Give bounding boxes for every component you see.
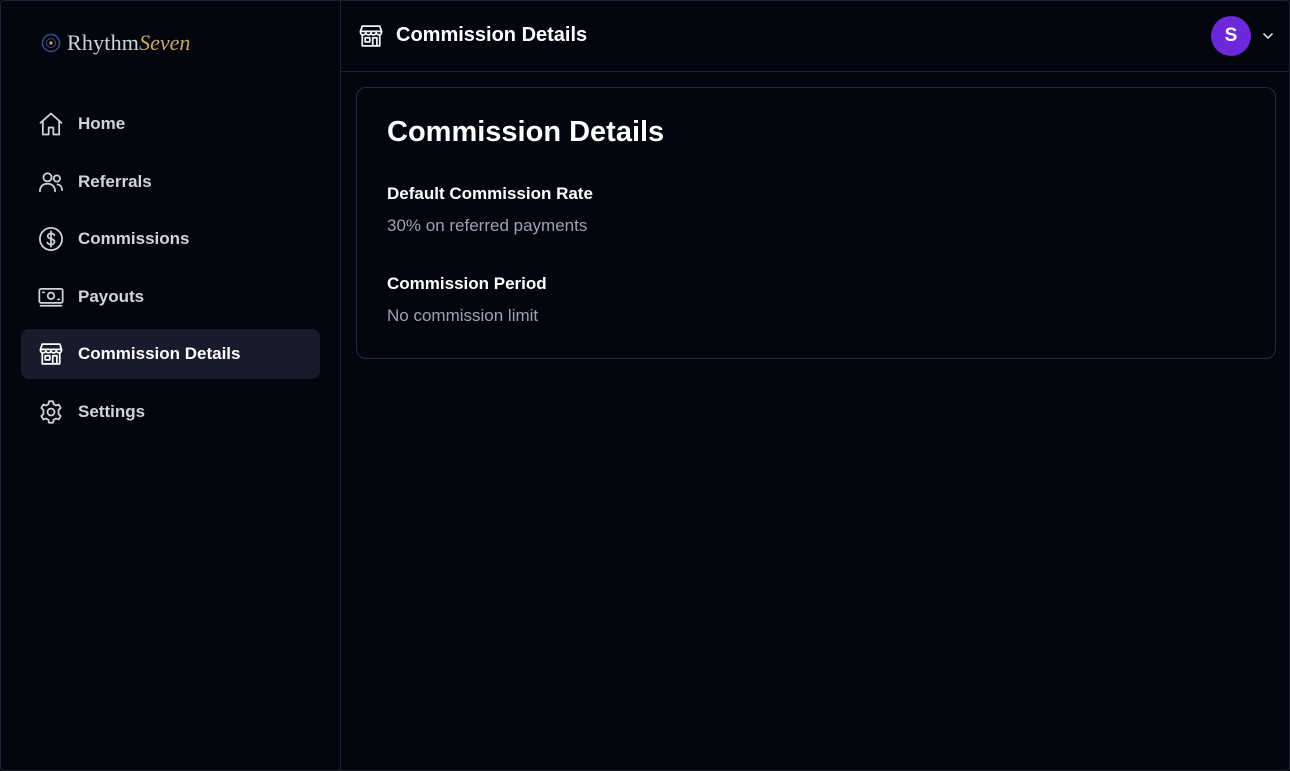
sidebar-item-label: Commission Details (78, 344, 241, 363)
sidebar-item-label: Settings (78, 401, 146, 421)
page-title: Commission Details (396, 24, 588, 46)
commission-details-card: Commission Details Default Commission Ra… (356, 87, 1276, 359)
top-bar: Commission Details S (341, 1, 1289, 72)
commission-period-value: No commission limit (387, 306, 539, 325)
user-avatar[interactable]: S (1211, 16, 1251, 56)
sidebar-item-home[interactable]: Home (21, 99, 320, 149)
sidebar-nav: Home Referrals Commissions Payouts Commi… (21, 99, 320, 444)
brand-logo[interactable]: Rhythm Seven (41, 29, 190, 57)
chevron-down-icon[interactable] (1261, 29, 1275, 43)
users-icon (37, 168, 65, 196)
app-window: Rhythm Seven Home Referrals Commissions … (0, 0, 1290, 771)
sidebar-item-commission-details[interactable]: Commission Details (21, 329, 320, 379)
storefront-icon (357, 22, 385, 50)
sidebar-item-referrals[interactable]: Referrals (21, 157, 320, 207)
default-commission-rate-value: 30% on referred payments (387, 216, 588, 235)
card-title: Commission Details (387, 116, 665, 148)
gear-icon (37, 398, 65, 426)
default-commission-rate-label: Default Commission Rate (387, 184, 593, 203)
sidebar: Rhythm Seven Home Referrals Commissions … (1, 1, 341, 771)
sidebar-item-label: Payouts (78, 286, 145, 306)
brand-name: Rhythm (67, 30, 140, 55)
commission-period-label: Commission Period (387, 274, 547, 293)
sidebar-item-settings[interactable]: Settings (21, 387, 320, 437)
sidebar-item-label: Commissions (78, 229, 190, 248)
sidebar-item-label: Home (78, 114, 126, 133)
home-icon (37, 110, 65, 138)
dollar-circle-icon (37, 225, 65, 253)
brand-name-accent: Seven (139, 30, 191, 55)
banknote-icon (37, 283, 65, 311)
sidebar-item-label: Referrals (78, 171, 152, 191)
sidebar-item-payouts[interactable]: Payouts (21, 272, 320, 322)
vinyl-record-icon (41, 33, 61, 53)
storefront-icon (37, 340, 65, 368)
sidebar-item-commissions[interactable]: Commissions (21, 214, 320, 264)
